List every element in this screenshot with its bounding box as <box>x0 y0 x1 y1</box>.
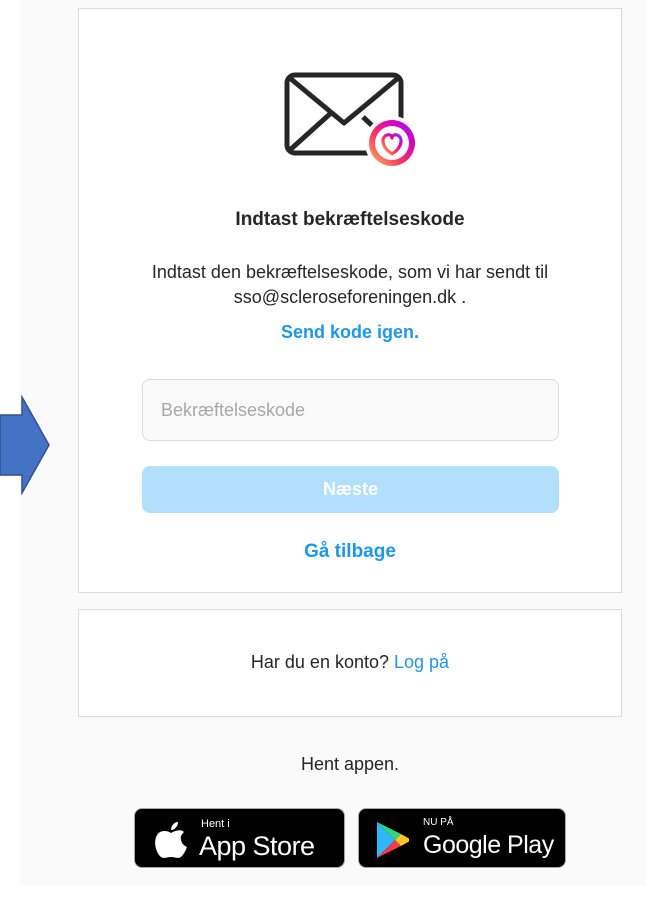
page-title: Indtast bekræftelseskode <box>235 209 465 230</box>
get-app-label: Hent appen. <box>300 754 400 774</box>
google-play-small-text: NU PÅ <box>423 817 454 828</box>
verification-card: Indtast bekræftelseskode Indtast den bek… <box>78 8 622 593</box>
google-play-badge[interactable]: NU PÅ Google Play <box>358 808 566 868</box>
google-play-icon <box>377 822 409 858</box>
app-store-small-text: Hent i <box>201 818 230 830</box>
login-prompt: Har du en konto? <box>250 652 389 672</box>
app-store-badge[interactable]: Hent i App Store <box>134 808 345 868</box>
description-text: Indtast den bekræftelseskode, som vi har… <box>151 262 549 307</box>
right-arrow-icon <box>0 395 50 495</box>
confirmation-code-input[interactable] <box>142 379 559 441</box>
go-back-link[interactable]: Gå tilbage <box>79 541 621 563</box>
login-card: Har du en konto? Log på <box>78 609 622 717</box>
login-prompt-row: Har du en konto? Log på <box>79 652 621 673</box>
resend-code-link[interactable]: Send kode igen. <box>79 322 621 343</box>
next-button[interactable]: Næste <box>142 466 559 513</box>
apple-icon <box>155 822 187 858</box>
envelope-heart-icon <box>284 72 419 170</box>
app-store-big-text: App Store <box>199 831 315 861</box>
google-play-big-text: Google Play <box>423 831 554 859</box>
login-link[interactable]: Log på <box>394 652 449 672</box>
